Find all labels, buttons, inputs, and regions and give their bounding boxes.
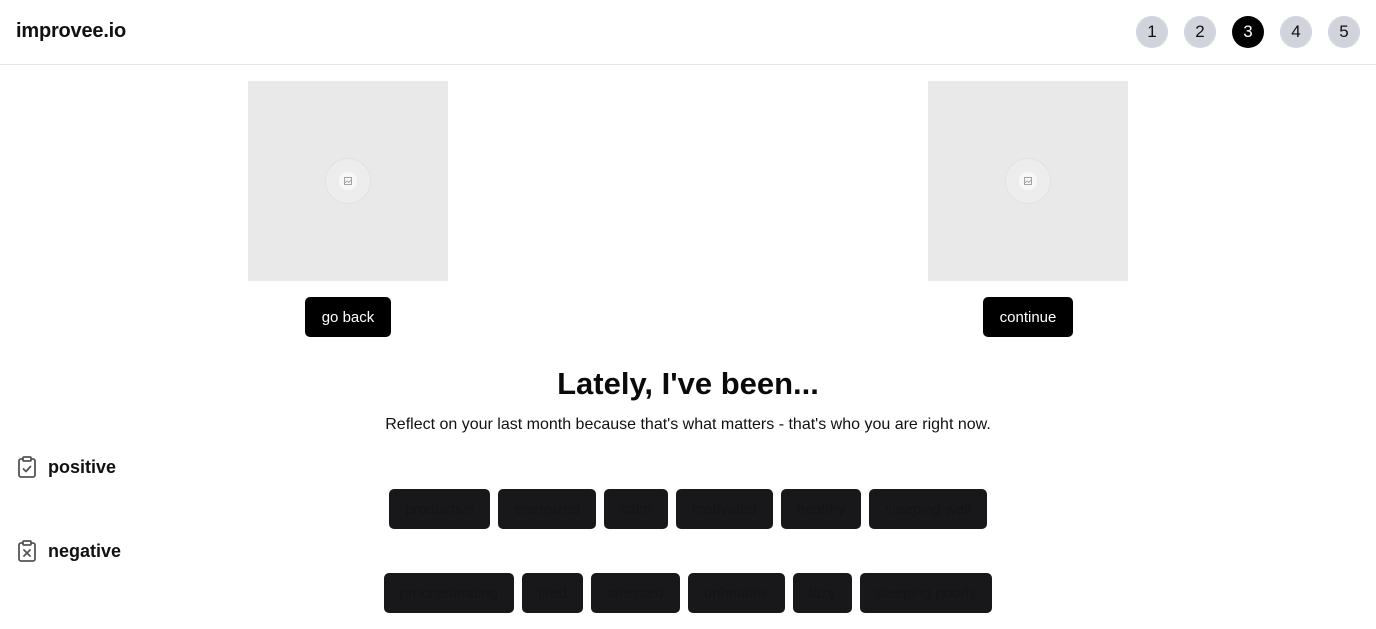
continue-button[interactable]: continue (983, 297, 1073, 337)
go-back-button[interactable]: go back (305, 297, 391, 337)
chip-procrastinating[interactable]: procrastinating (383, 573, 514, 613)
go-back-panel: go back (248, 81, 448, 337)
top-header: improvee.io 1 2 3 4 5 (0, 0, 1376, 65)
step-1[interactable]: 1 (1136, 16, 1168, 48)
chip-healthy[interactable]: healthy (780, 489, 862, 529)
negative-chips: procrastinating tired stressed unhealthy… (0, 573, 1376, 613)
image-placeholder-icon (1005, 158, 1051, 204)
step-5[interactable]: 5 (1328, 16, 1360, 48)
chip-tired[interactable]: tired (521, 573, 584, 613)
clipboard-x-icon (18, 540, 36, 562)
continue-panel: continue (928, 81, 1128, 337)
step-4[interactable]: 4 (1280, 16, 1312, 48)
step-3-active[interactable]: 3 (1232, 16, 1264, 48)
chip-calm[interactable]: calm (604, 489, 668, 529)
logo[interactable]: improvee.io (16, 20, 126, 43)
positive-chips: productive energized calm motivated heal… (0, 489, 1376, 529)
negative-section-label: negative (16, 539, 121, 563)
chip-productive[interactable]: productive (388, 489, 491, 529)
chip-motivated[interactable]: motivated (675, 489, 773, 529)
step-2[interactable]: 2 (1184, 16, 1216, 48)
chip-lazy[interactable]: lazy (792, 573, 852, 613)
negative-label: negative (48, 540, 122, 561)
continue-image (928, 81, 1128, 281)
chip-sleeping-poorly[interactable]: sleeping poorly (859, 573, 993, 613)
chip-stressed[interactable]: stressed (591, 573, 680, 613)
positive-label: positive (48, 456, 117, 477)
step-indicator: 1 2 3 4 5 (1136, 16, 1360, 48)
page-title: Lately, I've been... (557, 366, 819, 401)
chip-unhealthy[interactable]: unhealthy (687, 573, 785, 613)
page-subtitle: Reflect on your last month because that'… (385, 416, 991, 433)
go-back-image (248, 81, 448, 281)
image-placeholder-icon (325, 158, 371, 204)
chip-sleeping-well[interactable]: sleeping well (869, 489, 988, 529)
clipboard-check-icon (18, 456, 36, 478)
positive-section-label: positive (16, 455, 116, 479)
chip-energized[interactable]: energized (498, 489, 597, 529)
